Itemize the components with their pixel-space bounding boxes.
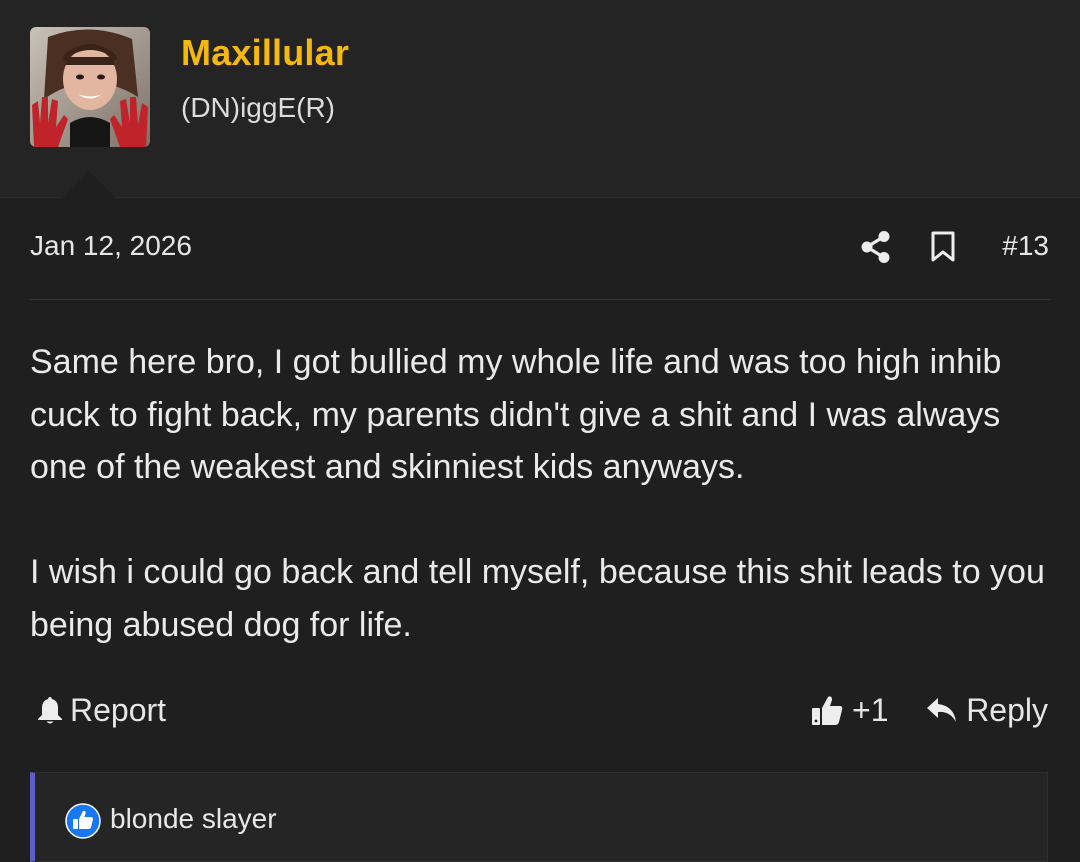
like-count: +1 (852, 691, 889, 728)
avatar[interactable] (30, 27, 150, 147)
reply-icon (927, 698, 957, 722)
user-title: (DN)iggE(R) (181, 92, 335, 123)
reactor-name[interactable]: blonde slayer (110, 803, 277, 835)
reply-label: Reply (966, 691, 1048, 728)
user-header: Maxillular (DN)iggE(R) (0, 0, 1080, 198)
username[interactable]: Maxillular (181, 32, 349, 74)
bookmark-icon[interactable] (930, 231, 956, 263)
post-paragraph: I wish i could go back and tell myself, … (30, 553, 1045, 644)
bell-icon (38, 697, 62, 724)
header-pointer (62, 171, 116, 198)
share-icon[interactable] (860, 230, 892, 264)
reactions-bar[interactable]: blonde slayer (30, 772, 1048, 862)
post-paragraph: Same here bro, I got bullied my whole li… (30, 343, 1002, 486)
like-button[interactable]: +1 (810, 690, 888, 730)
report-label: Report (70, 691, 167, 728)
avatar-photo (30, 27, 150, 147)
reply-button[interactable]: Reply (926, 690, 1048, 730)
thumbs-up-icon (812, 696, 843, 725)
post-number[interactable]: #13 (1002, 230, 1049, 262)
post-date[interactable]: Jan 12, 2026 (30, 230, 192, 262)
like-reaction-icon (65, 803, 101, 839)
divider (30, 299, 1050, 300)
report-button[interactable]: Report (36, 690, 166, 730)
post-body: Same here bro, I got bullied my whole li… (30, 336, 1050, 651)
